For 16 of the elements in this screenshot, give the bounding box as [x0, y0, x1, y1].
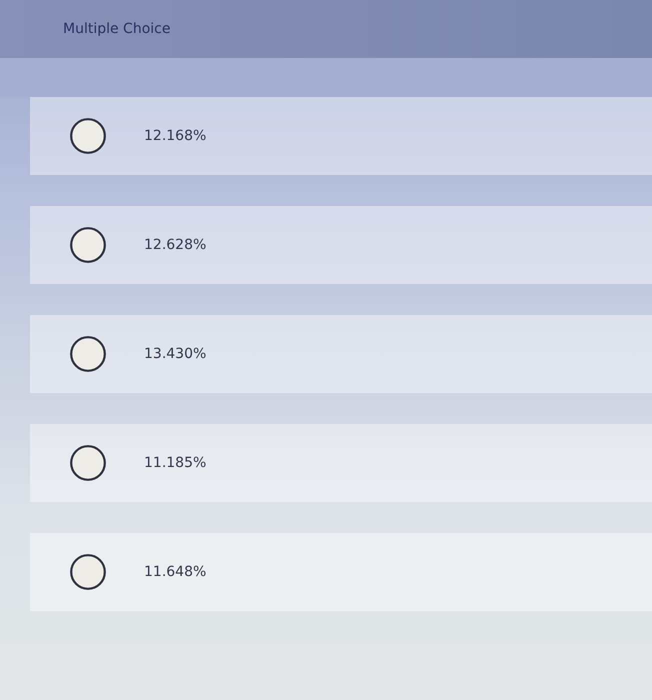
answer-option[interactable]: 13.430%: [30, 315, 652, 393]
question-type-title: Multiple Choice: [63, 21, 170, 37]
option-label: 11.648%: [144, 564, 206, 580]
option-label: 11.185%: [144, 455, 206, 471]
radio-button[interactable]: [70, 445, 106, 481]
answer-option[interactable]: 11.185%: [30, 424, 652, 502]
radio-button[interactable]: [70, 118, 106, 154]
radio-button[interactable]: [70, 336, 106, 372]
option-label: 12.168%: [144, 128, 206, 144]
answer-option[interactable]: 11.648%: [30, 533, 652, 611]
radio-button[interactable]: [70, 227, 106, 263]
option-label: 13.430%: [144, 346, 206, 362]
answer-option[interactable]: 12.168%: [30, 97, 652, 175]
answer-option[interactable]: 12.628%: [30, 206, 652, 284]
option-label: 12.628%: [144, 237, 206, 253]
radio-button[interactable]: [70, 554, 106, 590]
